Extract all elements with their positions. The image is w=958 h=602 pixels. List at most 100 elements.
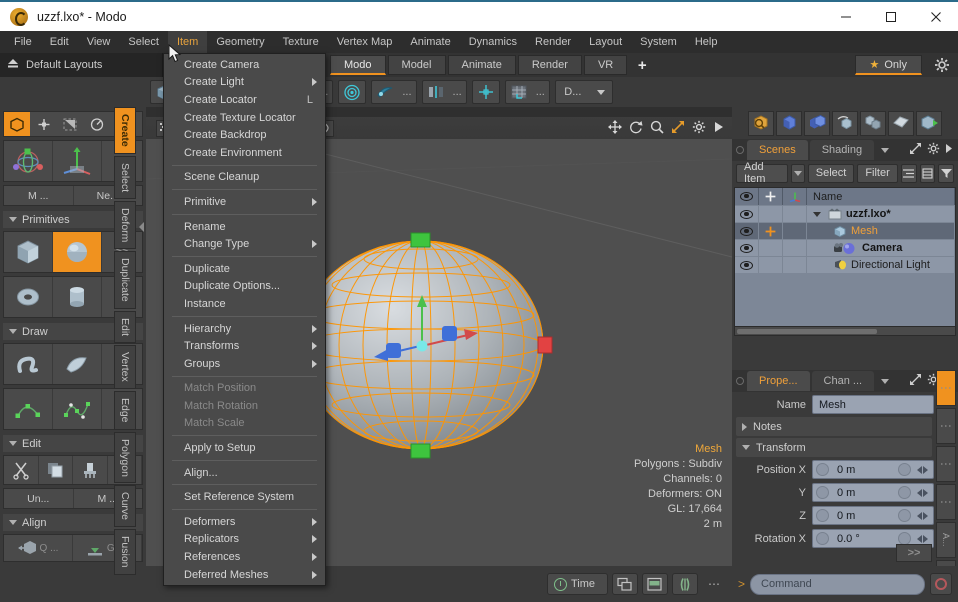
lp-transform-buttons-0[interactable]: M ... [4,186,74,205]
funnel-icon[interactable] [938,163,955,183]
toolbar-group-snapping[interactable]: ... [371,80,417,104]
instance-item-icon[interactable] [860,110,886,136]
rotate-icon[interactable] [629,120,643,137]
row-name-cell[interactable]: uzzf.lxo* [807,206,955,222]
scene-tree-row[interactable]: uzzf.lxo* [735,205,955,222]
menu-item-hierarchy[interactable]: Hierarchy [164,320,325,338]
time-button[interactable]: Time [546,573,608,595]
toolbar-group-center[interactable] [471,80,500,104]
menu-item-change-type[interactable]: Change Type [164,235,325,253]
row-lock-toggle[interactable] [759,206,783,222]
layout-tab-model[interactable]: Model [387,55,446,75]
value-knob-right[interactable] [898,486,911,499]
tab-channels[interactable]: Chan ... [811,371,875,391]
add-item-icon[interactable] [776,110,802,136]
move-tool-icon[interactable] [4,141,53,181]
menu-item-primitive[interactable]: Primitive [164,193,325,211]
layout-overlap-icon[interactable] [612,573,638,595]
vtab-polygon[interactable]: Polygon [114,431,136,484]
default-layouts-selector[interactable]: Default Layouts [0,53,163,77]
add-item-button[interactable]: Add Item [736,161,788,185]
expand-panel-icon[interactable] [909,142,922,158]
toolbar-group-falloff[interactable] [338,80,367,104]
menu-item-create-locator[interactable]: Create Locator L [164,91,325,109]
menu-item-create-texture-locator[interactable]: Create Texture Locator [164,109,325,127]
quick-align-button[interactable]: Q ... [4,535,73,561]
menu-edit[interactable]: Edit [41,31,78,53]
transform-section[interactable]: Transform [736,438,932,457]
side-tab-1[interactable]: ⋮ [936,370,956,406]
fit-icon[interactable] [671,120,685,137]
stepper-arrows[interactable] [914,486,931,500]
menu-item-transforms[interactable]: Transforms [164,337,325,355]
viewport-gear-icon[interactable] [692,120,706,137]
menu-item-groups[interactable]: Groups [164,355,325,373]
command-input[interactable]: Command [750,573,925,595]
cube-icon[interactable] [4,232,53,272]
toolbar-group-symmetry[interactable]: ... [421,80,467,104]
scene-tree-row[interactable]: Camera [735,239,955,256]
layout-tab-animate[interactable]: Animate [447,55,516,75]
sphere-icon[interactable] [53,232,102,272]
menu-texture[interactable]: Texture [274,31,328,53]
vtab-select[interactable]: Select [114,155,136,199]
duplicate-item-icon[interactable] [804,110,830,136]
paste-icon[interactable] [73,456,108,484]
row-lock-toggle[interactable] [759,240,783,256]
menu-item-duplicate[interactable]: Duplicate [164,260,325,278]
viewport-play-icon[interactable] [713,121,724,136]
row-name-cell[interactable]: Directional Light [807,257,955,273]
value-knob-right[interactable] [898,463,911,476]
row-name-cell[interactable]: Mesh [807,223,955,239]
menu-animate[interactable]: Animate [401,31,459,53]
expand-arrow-icon[interactable] [813,211,821,217]
side-tab-4[interactable]: ⋮ [936,484,956,520]
side-tab-attributes[interactable]: A... [936,522,956,558]
vtab-edit[interactable]: Edit [114,311,136,344]
transform-axis-icon[interactable] [53,141,102,181]
transform-field-input[interactable]: 0 m [812,506,934,525]
minimize-button[interactable] [823,1,868,32]
menu-item-scene-cleanup[interactable]: Scene Cleanup [164,169,325,187]
item-inspect-icon[interactable] [748,110,774,136]
panel-collapse-handle[interactable] [138,220,146,234]
menu-item-rename[interactable]: Rename [164,218,325,236]
layout-split-icon[interactable] [642,573,668,595]
row-lock-toggle[interactable] [759,257,783,273]
chevron-down-icon[interactable] [881,147,890,153]
bottom-overflow-menu[interactable]: ⋯ [702,577,726,591]
tab-properties[interactable]: Prope... [747,371,810,391]
value-knob[interactable] [816,509,829,522]
menu-item-create-environment[interactable]: Create Environment [164,144,325,162]
menu-select[interactable]: Select [119,31,168,53]
menu-layout[interactable]: Layout [580,31,631,53]
menu-dynamics[interactable]: Dynamics [460,31,526,53]
panel-menu-icon[interactable] [945,143,953,157]
item-mode-button[interactable] [4,112,31,136]
menu-item-apply-to-setup[interactable]: Apply to Setup [164,439,325,457]
menu-item-create-light[interactable]: Create Light [164,74,325,92]
pan-icon[interactable] [608,119,622,137]
row-visibility-toggle[interactable] [735,206,759,222]
menu-vertex-map[interactable]: Vertex Map [328,31,402,53]
layout-tab-modo[interactable]: Modo [330,55,386,75]
spline-icon[interactable] [53,389,102,429]
toolbar-group-grid-snap[interactable]: ... [504,80,550,104]
cut-icon[interactable] [4,456,39,484]
menu-view[interactable]: View [78,31,120,53]
snap-surface-icon[interactable] [372,81,398,103]
cylinder-icon[interactable] [53,277,102,317]
select-button[interactable]: Select [807,163,855,183]
menu-render[interactable]: Render [526,31,580,53]
vtab-vertex[interactable]: Vertex [114,345,136,389]
material-icon[interactable] [888,110,914,136]
layout-tab-vr[interactable]: VR [583,55,628,75]
center-icon[interactable] [473,81,499,103]
menu-help[interactable]: Help [686,31,727,53]
value-knob[interactable] [816,463,829,476]
tab-scenes[interactable]: Scenes [747,140,808,160]
menu-item-deformers[interactable]: Deformers [164,513,325,531]
vtab-fusion[interactable]: Fusion [114,529,136,575]
menu-item-create-backdrop[interactable]: Create Backdrop [164,126,325,144]
paint-mode-button[interactable] [83,112,109,136]
